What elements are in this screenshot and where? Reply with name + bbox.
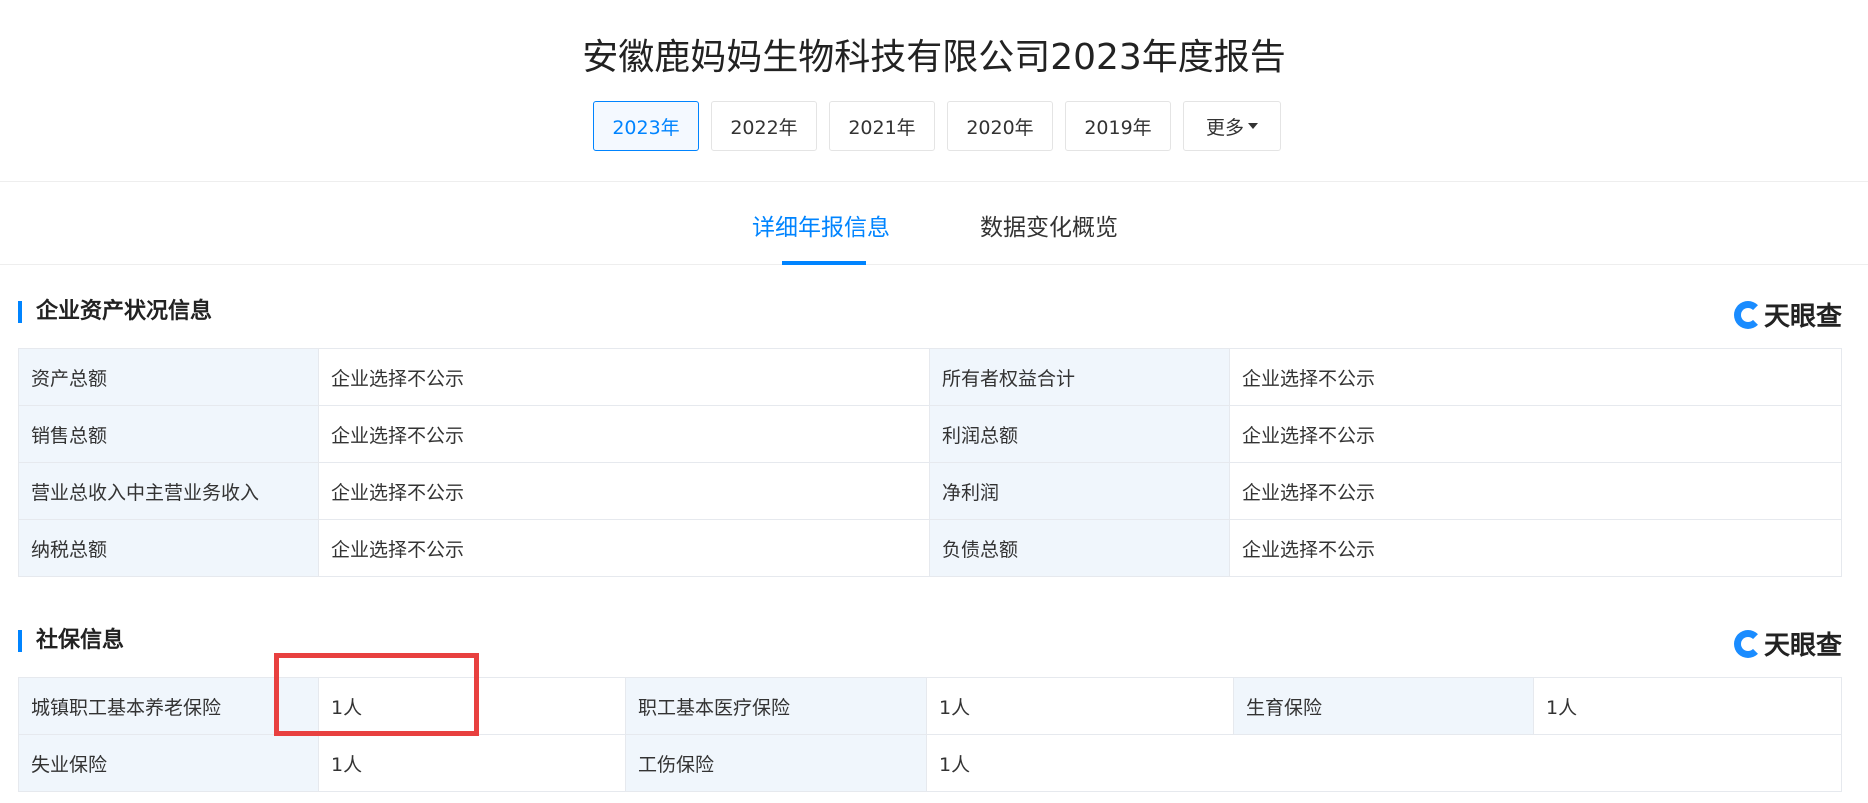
brand-logo: 天眼查 xyxy=(1733,625,1842,662)
field-label: 资产总额 xyxy=(18,348,319,406)
field-label: 职工基本医疗保险 xyxy=(625,677,927,735)
year-selector: 2023年 2022年 2021年 2020年 2019年 更多 xyxy=(593,101,1281,151)
assets-table: 资产总额 企业选择不公示 所有者权益合计 企业选择不公示 销售总额 企业选择不公示 利润总额… xyxy=(18,348,1842,577)
field-label: 利润总额 xyxy=(929,405,1230,463)
tab-bar: 详细年报信息 数据变化概览 xyxy=(0,181,1868,265)
field-value: 企业选择不公示 xyxy=(318,519,930,577)
more-years-button[interactable]: 更多 xyxy=(1183,101,1281,151)
brand-logo: 天眼查 xyxy=(1733,296,1842,333)
year-2019-button[interactable]: 2019年 xyxy=(1065,101,1171,151)
year-2020-button[interactable]: 2020年 xyxy=(947,101,1053,151)
field-value: 1人 xyxy=(926,734,1842,792)
field-value: 企业选择不公示 xyxy=(318,462,930,520)
field-label: 营业总收入中主营业务收入 xyxy=(18,462,319,520)
field-label: 负债总额 xyxy=(929,519,1230,577)
field-label: 所有者权益合计 xyxy=(929,348,1230,406)
tab-detail[interactable]: 详细年报信息 xyxy=(752,208,890,242)
table-row: 销售总额 企业选择不公示 利润总额 企业选择不公示 xyxy=(18,405,1842,463)
brand-text: 天眼查 xyxy=(1763,302,1842,332)
year-2022-button[interactable]: 2022年 xyxy=(711,101,817,151)
tab-overview[interactable]: 数据变化概览 xyxy=(980,208,1118,242)
field-label: 失业保险 xyxy=(18,734,319,792)
field-value: 1人 xyxy=(318,734,626,792)
brand-text: 天眼查 xyxy=(1763,631,1842,661)
field-label: 生育保险 xyxy=(1233,677,1534,735)
field-label: 纳税总额 xyxy=(18,519,319,577)
field-value: 企业选择不公示 xyxy=(1229,405,1842,463)
table-row: 资产总额 企业选择不公示 所有者权益合计 企业选择不公示 xyxy=(18,348,1842,406)
section-title-social: 社保信息 xyxy=(18,630,124,652)
field-label: 工伤保险 xyxy=(625,734,927,792)
field-value: 企业选择不公示 xyxy=(1229,462,1842,520)
section-title-assets: 企业资产状况信息 xyxy=(18,301,212,323)
active-tab-indicator xyxy=(782,261,866,265)
tianyancha-logo-icon xyxy=(1733,629,1762,658)
page-title: 安徽鹿妈妈生物科技有限公司2023年度报告 xyxy=(582,37,1286,78)
field-label: 销售总额 xyxy=(18,405,319,463)
field-value: 企业选择不公示 xyxy=(318,348,930,406)
field-value: 1人 xyxy=(1533,677,1842,735)
year-2021-button[interactable]: 2021年 xyxy=(829,101,935,151)
table-row: 纳税总额 企业选择不公示 负债总额 企业选择不公示 xyxy=(18,519,1842,577)
field-value: 企业选择不公示 xyxy=(318,405,930,463)
table-row: 营业总收入中主营业务收入 企业选择不公示 净利润 企业选择不公示 xyxy=(18,462,1842,520)
field-value: 企业选择不公示 xyxy=(1229,348,1842,406)
year-2023-button[interactable]: 2023年 xyxy=(593,101,699,151)
highlight-box xyxy=(274,653,479,736)
field-value: 企业选择不公示 xyxy=(1229,519,1842,577)
field-label: 净利润 xyxy=(929,462,1230,520)
table-row: 失业保险 1人 工伤保险 1人 xyxy=(18,734,1842,792)
caret-down-icon xyxy=(1248,123,1258,129)
tianyancha-logo-icon xyxy=(1733,300,1762,329)
more-label: 更多 xyxy=(1205,116,1244,139)
field-value: 1人 xyxy=(926,677,1234,735)
